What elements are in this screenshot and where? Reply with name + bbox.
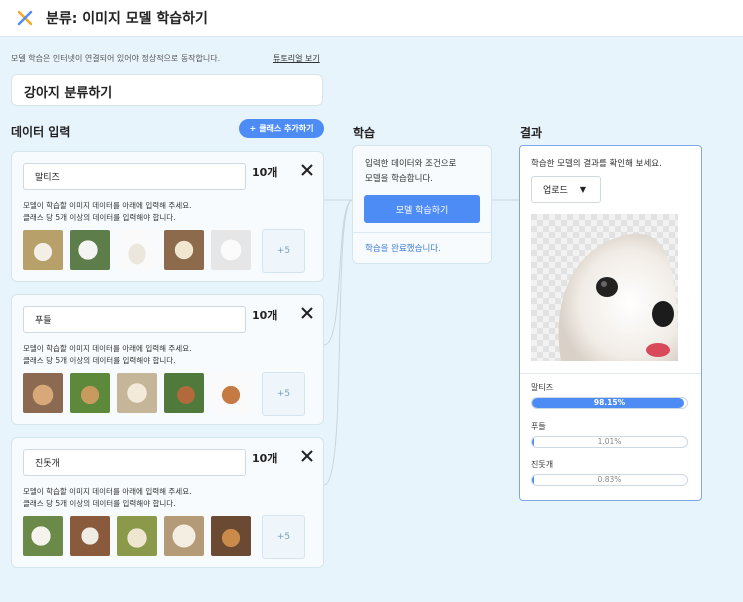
dog-photo[interactable]: [211, 516, 251, 556]
dog-photo[interactable]: [70, 230, 110, 270]
image-count: 10개: [252, 166, 278, 179]
close-icon[interactable]: [299, 448, 315, 464]
prediction-percent: 0.83%: [597, 475, 622, 484]
dog-photo[interactable]: [23, 516, 63, 556]
training-status: 학습을 완료했습니다.: [365, 244, 441, 254]
class-name-input[interactable]: 진돗개: [23, 449, 246, 476]
divider: [520, 373, 701, 374]
prediction-label: 푸들: [531, 422, 546, 431]
close-icon[interactable]: [299, 162, 315, 178]
train-model-button[interactable]: 모델 학습하기: [364, 195, 480, 223]
class-instructions: 모델이 학습할 이미지 데이터를 아래에 입력해 주세요. 클래스 당 5개 이…: [23, 344, 192, 365]
dog-photo[interactable]: [117, 230, 157, 270]
prediction-bar: 98.15%: [531, 397, 688, 409]
upload-dropdown[interactable]: 업로드 ▼: [531, 176, 601, 203]
training-description: 입력한 데이터와 조건으로 모델을 학습합니다.: [365, 159, 457, 184]
dog-photo[interactable]: [117, 516, 157, 556]
add-class-label: 클래스 추가하기: [259, 124, 314, 133]
dog-photo[interactable]: [70, 373, 110, 413]
logo-icon: [17, 10, 33, 26]
training-title: 학습: [353, 126, 376, 140]
prediction-percent: 98.15%: [593, 398, 626, 407]
tutorial-link[interactable]: 튜토리얼 보기: [273, 53, 320, 64]
page-title: 분류: 이미지 모델 학습하기: [46, 11, 208, 27]
thumbnail-list: +5: [23, 229, 305, 273]
dog-photo[interactable]: [211, 230, 251, 270]
divider: [353, 232, 491, 233]
dog-photo[interactable]: [164, 373, 204, 413]
class-instructions: 모델이 학습할 이미지 데이터를 아래에 입력해 주세요. 클래스 당 5개 이…: [23, 487, 192, 508]
network-notice: 모델 학습은 인터넷이 연결되어 있어야 정상적으로 동작합니다.: [11, 54, 221, 63]
dog-photo[interactable]: [117, 373, 157, 413]
prediction-label: 말티즈: [531, 383, 554, 392]
class-card-maltese: 말티즈 10개 모델이 학습할 이미지 데이터를 아래에 입력해 주세요. 클래…: [11, 151, 324, 282]
data-input-title: 데이터 입력: [11, 125, 71, 139]
project-name-input[interactable]: 강아지 분류하기: [11, 74, 323, 106]
dog-photo[interactable]: [23, 373, 63, 413]
prediction-label: 진돗개: [531, 460, 554, 469]
more-images-button[interactable]: +5: [262, 515, 305, 559]
uploaded-dog-photo: [531, 214, 678, 361]
plus-icon: +: [249, 124, 257, 133]
prediction-bar: 0.83%: [531, 474, 688, 486]
caret-down-icon: ▼: [579, 185, 586, 194]
more-images-button[interactable]: +5: [262, 372, 305, 416]
app-header: 분류: 이미지 모델 학습하기: [0, 0, 743, 37]
prediction-percent: 1.01%: [597, 437, 622, 446]
dog-photo[interactable]: [164, 516, 204, 556]
more-images-button[interactable]: +5: [262, 229, 305, 273]
dog-photo[interactable]: [70, 516, 110, 556]
dog-photo[interactable]: [211, 373, 251, 413]
result-description: 학습한 모델의 결과를 확인해 보세요.: [531, 159, 662, 169]
class-name-input[interactable]: 푸들: [23, 306, 246, 333]
prediction-jindo: 진돗개 0.83%: [531, 459, 691, 486]
class-card-jindo: 진돗개 10개 모델이 학습할 이미지 데이터를 아래에 입력해 주세요. 클래…: [11, 437, 324, 568]
class-instructions: 모델이 학습할 이미지 데이터를 아래에 입력해 주세요. 클래스 당 5개 이…: [23, 201, 192, 222]
thumbnail-list: +5: [23, 515, 305, 559]
prediction-maltese: 말티즈 98.15%: [531, 382, 691, 409]
class-card-poodle: 푸들 10개 모델이 학습할 이미지 데이터를 아래에 입력해 주세요. 클래스…: [11, 294, 324, 425]
dog-photo[interactable]: [23, 230, 63, 270]
result-card: 학습한 모델의 결과를 확인해 보세요. 업로드 ▼ 말티즈 98.15% 푸들…: [519, 145, 702, 501]
upload-label: 업로드: [543, 186, 568, 196]
dog-photo[interactable]: [164, 230, 204, 270]
add-class-button[interactable]: + 클래스 추가하기: [239, 119, 324, 138]
training-card: 입력한 데이터와 조건으로 모델을 학습합니다. 모델 학습하기 학습을 완료했…: [352, 145, 492, 264]
prediction-bar: 1.01%: [531, 436, 688, 448]
thumbnail-list: +5: [23, 372, 305, 416]
class-name-input[interactable]: 말티즈: [23, 163, 246, 190]
result-title: 결과: [520, 126, 543, 140]
image-count: 10개: [252, 309, 278, 322]
prediction-poodle: 푸들 1.01%: [531, 421, 691, 448]
close-icon[interactable]: [299, 305, 315, 321]
image-count: 10개: [252, 452, 278, 465]
